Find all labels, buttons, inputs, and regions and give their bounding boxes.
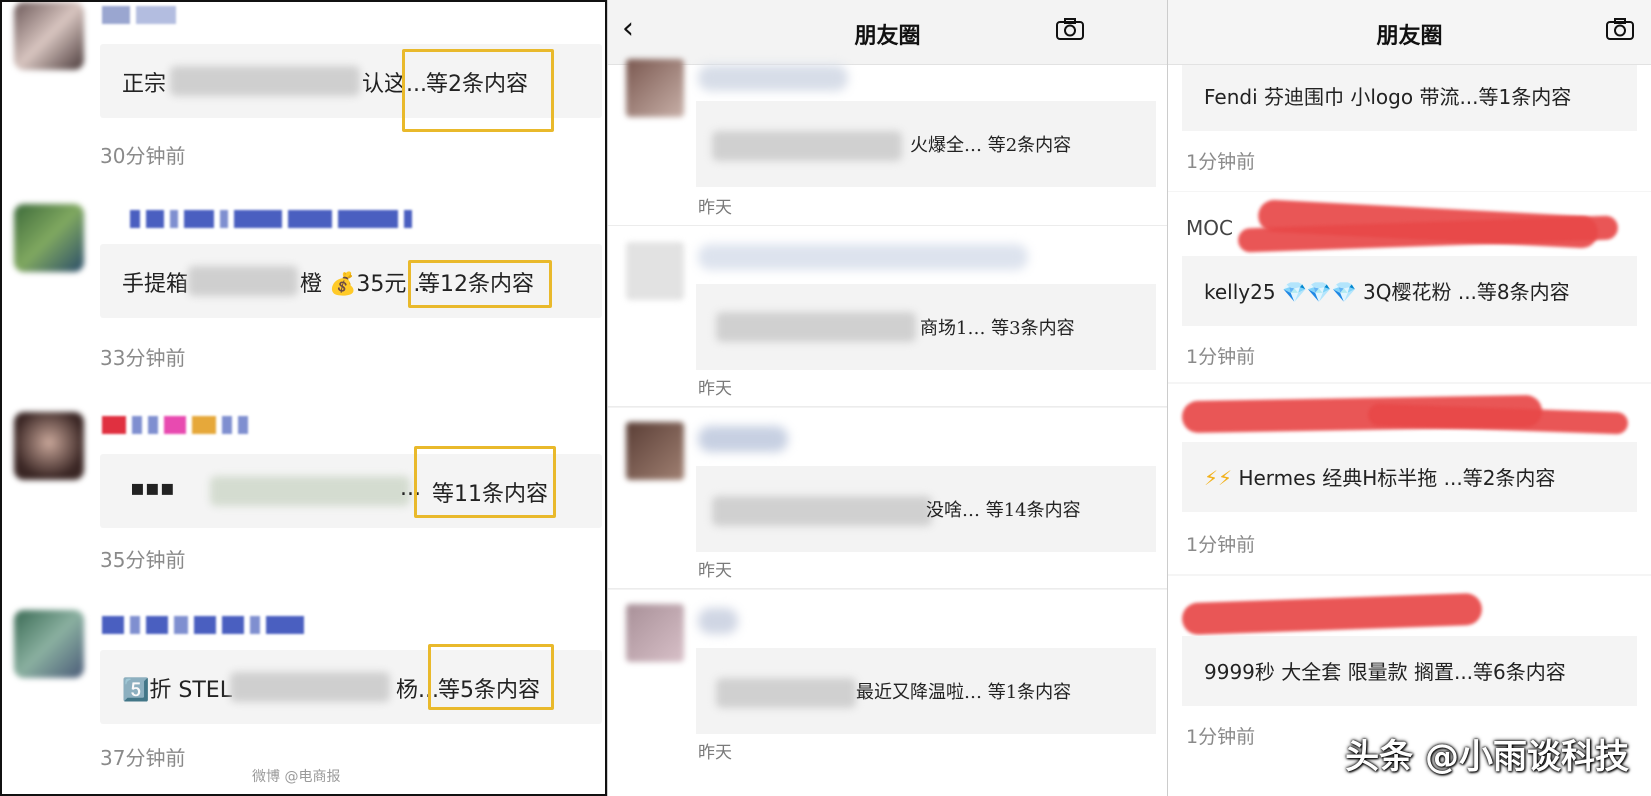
highlight-box (414, 446, 556, 518)
post-text-start: 手提箱 (122, 272, 189, 297)
post-text: 火爆全… 等2条内容 (910, 135, 1072, 156)
post-time: 35分钟前 (100, 548, 186, 572)
list-item[interactable]: 手提箱 橙 💰35元... 等12条内容 33分钟前 (2, 182, 605, 394)
highlight-box (402, 49, 554, 132)
post-card[interactable]: 9999秒 大全套 限量款 搁置...等6条内容 (1182, 636, 1637, 706)
user-name (698, 608, 738, 634)
avatar[interactable] (14, 204, 84, 272)
page-title: 朋友圈 (1376, 24, 1443, 49)
camera-icon[interactable] (1056, 18, 1084, 40)
post-text-start: 正宗 (122, 72, 167, 97)
list-item[interactable]: 正宗 认这... 等2条内容 30分钟前 (2, 2, 605, 184)
post-card[interactable]: 商场1… 等3条内容 (696, 284, 1156, 370)
post-time: 37分钟前 (100, 746, 186, 770)
post-card[interactable]: 最近又降温啦… 等1条内容 (696, 648, 1156, 734)
list-item[interactable]: 商场1… 等3条内容 昨天 (608, 226, 1167, 407)
user-name (102, 616, 310, 640)
post-text: ⚡⚡ Hermes 经典H标半拖 ...等2条内容 (1204, 466, 1556, 490)
post-text-start: 5️⃣折 STEL (122, 678, 232, 703)
post-card[interactable]: Fendi 芬迪围巾 小logo 带流...等1条内容 (1182, 65, 1637, 131)
post-text: kelly25 💎💎💎 3Q樱花粉 ...等8条内容 (1204, 280, 1570, 304)
lightning-icon: ⚡⚡ (1204, 466, 1233, 490)
list-item[interactable]: ▪▪▪ ... 等11条内容 35分钟前 (2, 394, 605, 606)
user-name (130, 210, 418, 234)
user-name (698, 244, 1028, 270)
post-time: 1分钟前 (1186, 346, 1256, 368)
post-time: 昨天 (698, 743, 732, 763)
avatar[interactable] (626, 422, 684, 480)
post-text: 没啥… 等14条内容 (926, 500, 1081, 521)
avatar[interactable] (626, 59, 684, 117)
blurred-text (712, 131, 902, 161)
avatar[interactable] (14, 412, 84, 480)
blurred-text (716, 678, 856, 708)
nav-bar: 朋友圈 (1168, 0, 1651, 65)
post-time: 昨天 (698, 379, 732, 399)
blurred-text (188, 266, 298, 296)
post-time: 1分钟前 (1186, 534, 1256, 556)
post-time: 1分钟前 (1186, 151, 1256, 173)
post-card[interactable]: ⚡⚡ Hermes 经典H标半拖 ...等2条内容 (1182, 442, 1637, 512)
list-item[interactable]: 没啥… 等14条内容 昨天 (608, 408, 1167, 589)
blurred-text (230, 672, 390, 702)
post-time: 昨天 (698, 561, 732, 581)
post-time: 33分钟前 (100, 346, 186, 370)
post-text: 商场1… 等3条内容 (920, 318, 1075, 339)
blurred-text (210, 476, 410, 506)
list-item[interactable]: 最近又降温啦… 等1条内容 昨天 (608, 590, 1167, 796)
list-item[interactable]: Fendi 芬迪围巾 小logo 带流...等1条内容 1分钟前 (1168, 65, 1651, 191)
user-name: MOC (1186, 216, 1233, 240)
avatar[interactable] (626, 242, 684, 300)
highlight-box (408, 260, 552, 308)
list-item[interactable]: MOC kelly25 💎💎💎 3Q樱花粉 ...等8条内容 1分钟前 (1168, 192, 1651, 382)
list-item[interactable]: ⚡⚡ Hermes 经典H标半拖 ...等2条内容 1分钟前 (1168, 384, 1651, 574)
source-watermark: 头条 @小雨谈科技 (1345, 737, 1629, 777)
gem-icon: 💎💎💎 (1281, 280, 1357, 304)
post-card[interactable]: 火爆全… 等2条内容 (696, 101, 1156, 187)
highlight-box (428, 644, 554, 710)
post-time: 1分钟前 (1186, 726, 1256, 748)
avatar[interactable] (626, 604, 684, 662)
user-name (102, 416, 254, 440)
post-text: Fendi 芬迪围巾 小logo 带流...等1条内容 (1204, 85, 1572, 109)
post-text: 最近又降温啦… 等1条内容 (856, 682, 1072, 703)
redaction-scribble (1181, 592, 1483, 636)
moments-list-middle: ‹ 朋友圈 火爆全… 等2条内容 昨天 商场1… 等3条内容 昨天 没啥… 等1… (608, 0, 1167, 796)
user-name (698, 65, 848, 91)
moments-list-right: 朋友圈 Fendi 芬迪围巾 小logo 带流...等1条内容 1分钟前 MOC… (1168, 0, 1651, 796)
post-text: 9999秒 大全套 限量款 搁置...等6条内容 (1204, 660, 1566, 684)
moments-list-left: 正宗 认这... 等2条内容 30分钟前 手提箱 橙 💰35元... 等12条内… (0, 0, 607, 796)
user-name (698, 426, 788, 452)
list-item[interactable]: 火爆全… 等2条内容 昨天 (608, 59, 1167, 226)
blurred-text (716, 312, 916, 342)
avatar[interactable] (14, 2, 84, 70)
post-card[interactable]: kelly25 💎💎💎 3Q樱花粉 ...等8条内容 (1182, 256, 1637, 326)
decorative-emoji: ▪▪▪ (130, 476, 175, 501)
redaction-scribble (1367, 403, 1629, 435)
nav-bar: ‹ 朋友圈 (608, 0, 1167, 65)
camera-icon[interactable] (1606, 18, 1634, 40)
user-name (102, 6, 182, 30)
post-time: 昨天 (698, 198, 732, 218)
blurred-text (170, 66, 360, 96)
blurred-text (712, 496, 932, 526)
avatar[interactable] (14, 610, 84, 678)
post-card[interactable]: 没啥… 等14条内容 (696, 466, 1156, 552)
weibo-watermark: 微博 @电商报 (252, 769, 341, 785)
post-time: 30分钟前 (100, 144, 186, 168)
